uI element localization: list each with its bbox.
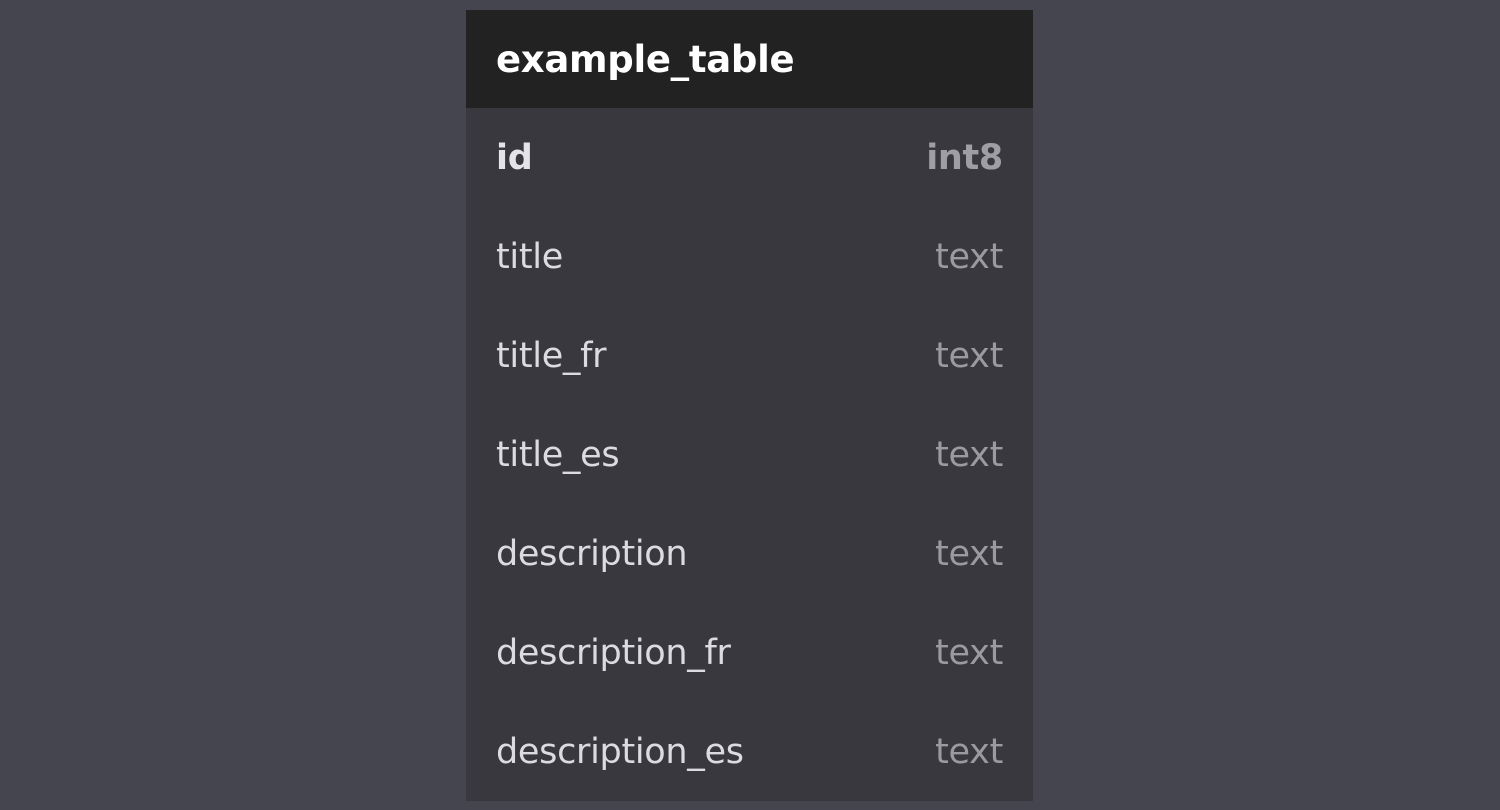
column-type: int8 <box>926 137 1003 178</box>
column-type: text <box>935 434 1003 475</box>
column-name: title <box>496 236 563 277</box>
column-name: description <box>496 533 688 574</box>
column-list: id int8 title text title_fr text title_e… <box>466 108 1033 801</box>
column-row-title[interactable]: title text <box>466 207 1033 306</box>
column-name: title_fr <box>496 335 607 376</box>
column-type: text <box>935 236 1003 277</box>
column-row-description[interactable]: description text <box>466 504 1033 603</box>
column-row-description-fr[interactable]: description_fr text <box>466 603 1033 702</box>
column-type: text <box>935 335 1003 376</box>
table-card[interactable]: example_table id int8 title text title_f… <box>466 10 1033 801</box>
column-row-title-fr[interactable]: title_fr text <box>466 306 1033 405</box>
column-name: description_fr <box>496 632 731 673</box>
column-name: id <box>496 137 533 178</box>
column-type: text <box>935 731 1003 772</box>
column-row-id[interactable]: id int8 <box>466 108 1033 207</box>
column-name: description_es <box>496 731 744 772</box>
column-type: text <box>935 632 1003 673</box>
table-name: example_table <box>496 37 795 81</box>
column-row-description-es[interactable]: description_es text <box>466 702 1033 801</box>
column-type: text <box>935 533 1003 574</box>
table-header[interactable]: example_table <box>466 10 1033 108</box>
column-name: title_es <box>496 434 620 475</box>
column-row-title-es[interactable]: title_es text <box>466 405 1033 504</box>
